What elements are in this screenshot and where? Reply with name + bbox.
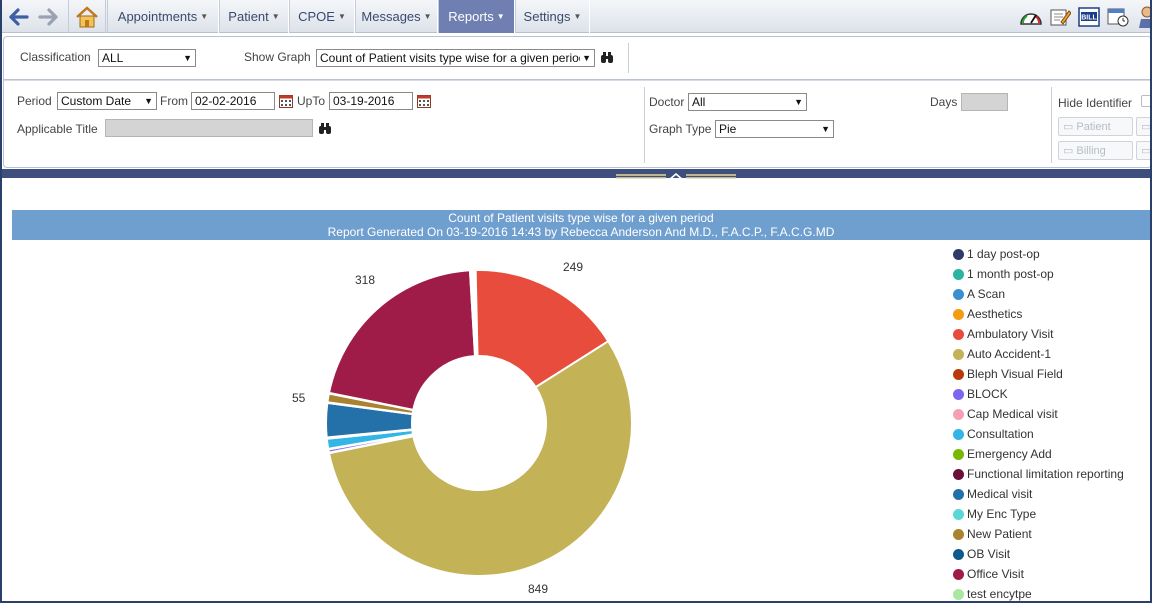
window-frame (0, 0, 1152, 603)
